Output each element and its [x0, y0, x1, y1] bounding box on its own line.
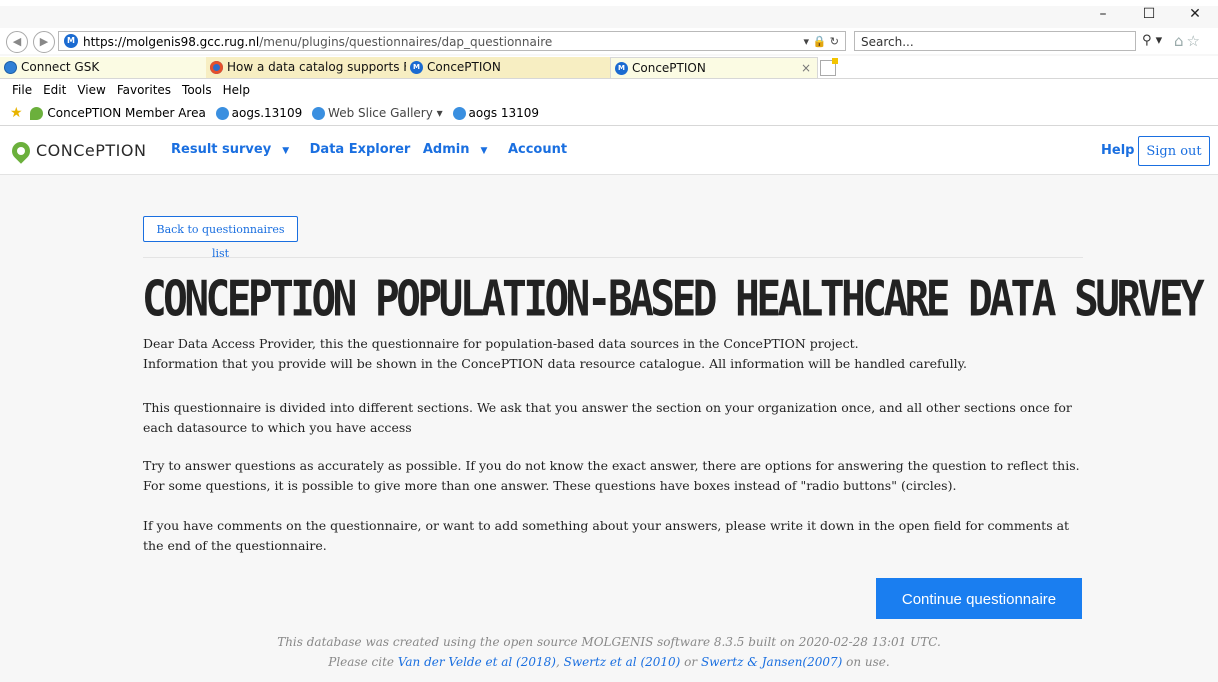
tab-label: ConcePTION — [427, 60, 501, 74]
ie-page-icon — [452, 107, 466, 120]
window-top-edge — [0, 0, 1218, 6]
molgenis-icon: M — [615, 62, 628, 75]
footer-citation: Please cite Van der Velde et al (2018), … — [0, 652, 1218, 672]
fav-aogs-13109-dot[interactable]: aogs.13109 — [215, 101, 303, 125]
molgenis-icon: M — [410, 61, 423, 74]
minimize-button[interactable]: – — [1080, 6, 1126, 22]
cite-link-swertz-jansen[interactable]: Swertz & Jansen(2007) — [701, 655, 842, 669]
maximize-button[interactable]: ☐ — [1126, 6, 1172, 22]
eye-logo-icon — [210, 61, 223, 74]
conception-drop-icon — [30, 107, 44, 120]
caret-down-icon: ▼ — [282, 146, 290, 156]
sign-out-button[interactable]: Sign out — [1138, 136, 1210, 166]
url-path: /menu/plugins/questionnaires/dap_questio… — [259, 35, 553, 49]
intro-paragraph: Dear Data Access Provider, this the ques… — [143, 334, 1088, 374]
nav-admin[interactable]: Admin ▼ — [423, 142, 496, 157]
menu-favorites[interactable]: Favorites — [117, 83, 171, 97]
cite-separator: or — [680, 655, 701, 669]
forward-nav-button[interactable]: ▶ — [33, 31, 55, 53]
divider — [143, 257, 1083, 258]
fav-label: aogs.13109 — [231, 106, 303, 120]
ie-page-icon — [312, 107, 326, 120]
app-navbar: CONCePTION Result survey ▼ Data Explorer … — [0, 126, 1218, 175]
footer-line-1: This database was created using the open… — [277, 635, 941, 649]
ie-page-icon — [4, 61, 17, 74]
main-nav: Result survey ▼ Data Explorer Admin ▼ Acco… — [171, 142, 575, 157]
url-input[interactable]: M https://molgenis98.gcc.rug.nl/menu/plu… — [58, 31, 846, 51]
menu-tools[interactable]: Tools — [182, 83, 212, 97]
fav-label: aogs 13109 — [468, 106, 540, 120]
search-placeholder: Search... — [861, 35, 914, 49]
accuracy-paragraph: Try to answer questions as accurately as… — [143, 456, 1088, 496]
home-favorites-icons: ⌂☆ — [1174, 32, 1203, 50]
menu-view[interactable]: View — [77, 83, 105, 97]
fav-label: Web Slice Gallery ▾ — [328, 106, 443, 120]
back-nav-button[interactable]: ◀ — [6, 31, 28, 53]
cite-suffix: on use. — [842, 655, 890, 669]
favorites-bar: ★ ConcePTION Member Area aogs.13109 Web … — [0, 101, 1218, 126]
lock-icon: 🔒 — [812, 35, 827, 48]
nav-result-survey[interactable]: Result survey ▼ — [171, 142, 297, 157]
nav-account[interactable]: Account — [508, 142, 567, 157]
dropdown-arrow-icon[interactable]: ▾ — [804, 35, 810, 48]
tab-label: How a data catalog supports F... — [227, 60, 406, 74]
tab-label: Connect GSK — [21, 60, 100, 74]
menu-edit[interactable]: Edit — [43, 83, 66, 97]
tab-label: ConcePTION — [632, 61, 706, 75]
close-tab-icon[interactable]: × — [801, 58, 811, 78]
comments-paragraph: If you have comments on the questionnair… — [143, 518, 1070, 553]
site-favicon-icon: M — [64, 34, 78, 48]
sections-paragraph: This questionnaire is divided into diffe… — [143, 400, 1072, 435]
logo-text: CONCePTION — [36, 141, 147, 160]
url-text: https://molgenis98.gcc.rug.nl/menu/plugi… — [83, 32, 552, 52]
nav-data-explorer[interactable]: Data Explorer — [310, 142, 411, 157]
conception-logo[interactable]: CONCePTION — [8, 137, 147, 164]
fav-label: ConcePTION Member Area — [47, 106, 206, 120]
url-actions: ▾ 🔒 ↻ — [804, 32, 839, 52]
url-prefix: https://molgenis98.gcc. — [83, 35, 225, 49]
url-domain: rug.nl — [224, 35, 260, 49]
fav-conception-member-area[interactable]: ConcePTION Member Area — [30, 101, 206, 125]
cite-separator: , — [555, 655, 564, 669]
menu-bar: File Edit View Favorites Tools Help — [0, 79, 1218, 101]
footer: This database was created using the open… — [0, 632, 1218, 672]
help-link[interactable]: Help — [1101, 143, 1134, 158]
back-to-questionnaires-button[interactable]: Back to questionnaires list — [143, 216, 298, 260]
close-window-button[interactable]: ✕ — [1172, 6, 1218, 22]
accuracy-line-2: For some questions, it is possible to gi… — [143, 478, 957, 493]
conception-drop-icon — [8, 137, 34, 164]
accuracy-line-1: Try to answer questions as accurately as… — [143, 458, 1080, 473]
search-icon[interactable]: ⚲ ▾ — [1142, 33, 1162, 48]
intro-line-1: Dear Data Access Provider, this the ques… — [143, 336, 859, 351]
nav-label: Admin — [422, 142, 470, 157]
favorites-star-icon[interactable]: ★ — [10, 105, 23, 121]
browser-search-input[interactable]: Search... — [854, 31, 1136, 51]
tab-data-catalog[interactable]: How a data catalog supports F... — [206, 57, 406, 78]
refresh-icon[interactable]: ↻ — [830, 35, 839, 48]
menu-help[interactable]: Help — [223, 83, 250, 97]
page-title: CONCEPTION POPULATION-BASED HEALTHCARE D… — [142, 270, 1205, 328]
tab-conception-1[interactable]: M ConcePTION — [406, 57, 610, 78]
caret-down-icon: ▼ — [480, 146, 488, 156]
new-tab-icon[interactable] — [820, 58, 838, 76]
continue-questionnaire-button[interactable]: Continue questionnaire — [876, 578, 1082, 619]
window-controls: – ☐ ✕ — [1080, 6, 1218, 22]
cite-link-swertz-2010[interactable]: Swertz et al (2010) — [564, 655, 681, 669]
tab-conception-active[interactable]: M ConcePTION × — [610, 57, 818, 78]
fav-web-slice-gallery[interactable]: Web Slice Gallery ▾ — [312, 101, 443, 125]
fav-aogs-13109[interactable]: aogs 13109 — [452, 101, 540, 125]
home-icon[interactable]: ⌂ — [1174, 32, 1187, 50]
cite-link-van-der-velde[interactable]: Van der Velde et al (2018) — [398, 655, 556, 669]
nav-label: Result survey — [171, 142, 272, 157]
cite-prefix: Please cite — [328, 655, 398, 669]
intro-line-2: Information that you provide will be sho… — [143, 356, 968, 371]
tab-connect-gsk[interactable]: Connect GSK — [0, 57, 206, 78]
menu-file[interactable]: File — [12, 83, 32, 97]
star-icon[interactable]: ☆ — [1187, 32, 1203, 50]
ie-page-icon — [215, 107, 229, 120]
